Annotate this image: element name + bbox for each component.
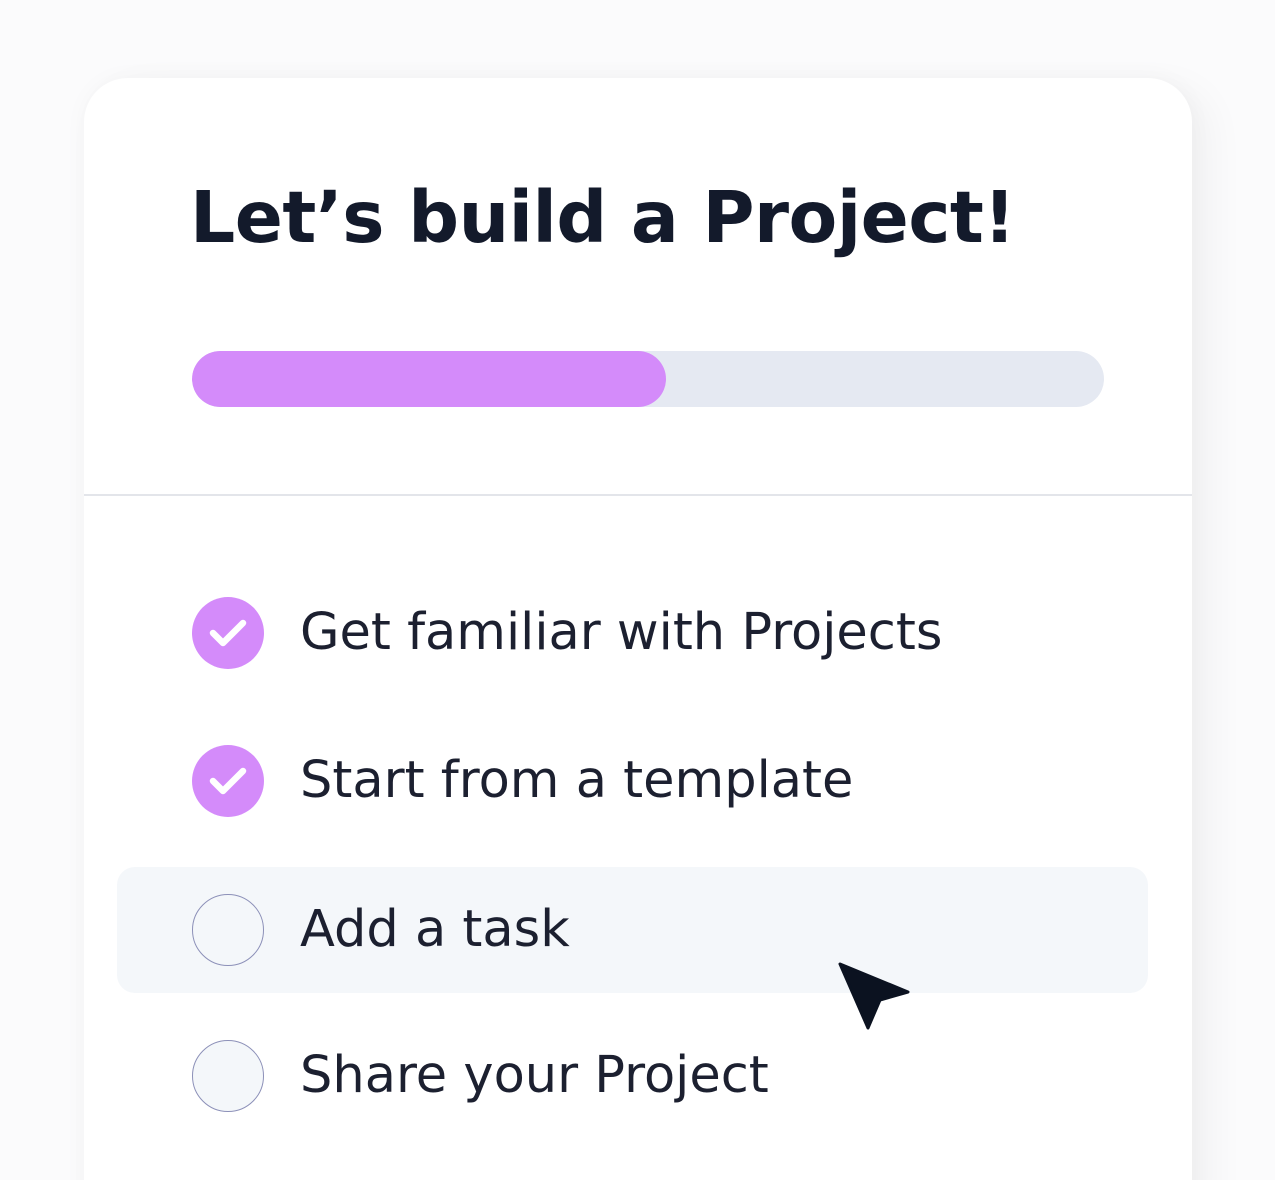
check-icon[interactable]: [192, 745, 264, 817]
page-canvas: Let’s build a Project! Get familiar with…: [0, 0, 1275, 1180]
task-label: Share your Project: [300, 1046, 769, 1105]
divider: [84, 494, 1192, 496]
task-label: Add a task: [300, 900, 570, 959]
check-icon[interactable]: [192, 597, 264, 669]
empty-circle-icon[interactable]: [192, 1040, 264, 1112]
progress-bar: [192, 351, 1104, 407]
progress-bar-fill: [192, 351, 667, 407]
empty-circle-icon[interactable]: [192, 894, 264, 966]
page-title: Let’s build a Project!: [190, 176, 1016, 259]
mouse-pointer-icon: [838, 962, 910, 1030]
task-label: Start from a template: [300, 751, 854, 810]
task-item-start-template[interactable]: Start from a template: [117, 718, 1148, 844]
task-label: Get familiar with Projects: [300, 603, 943, 662]
onboarding-checklist-card: Let’s build a Project! Get familiar with…: [84, 78, 1192, 1180]
task-item-add-task[interactable]: Add a task: [117, 867, 1148, 993]
task-item-get-familiar[interactable]: Get familiar with Projects: [117, 570, 1148, 696]
task-item-share-project[interactable]: Share your Project: [117, 1013, 1148, 1139]
